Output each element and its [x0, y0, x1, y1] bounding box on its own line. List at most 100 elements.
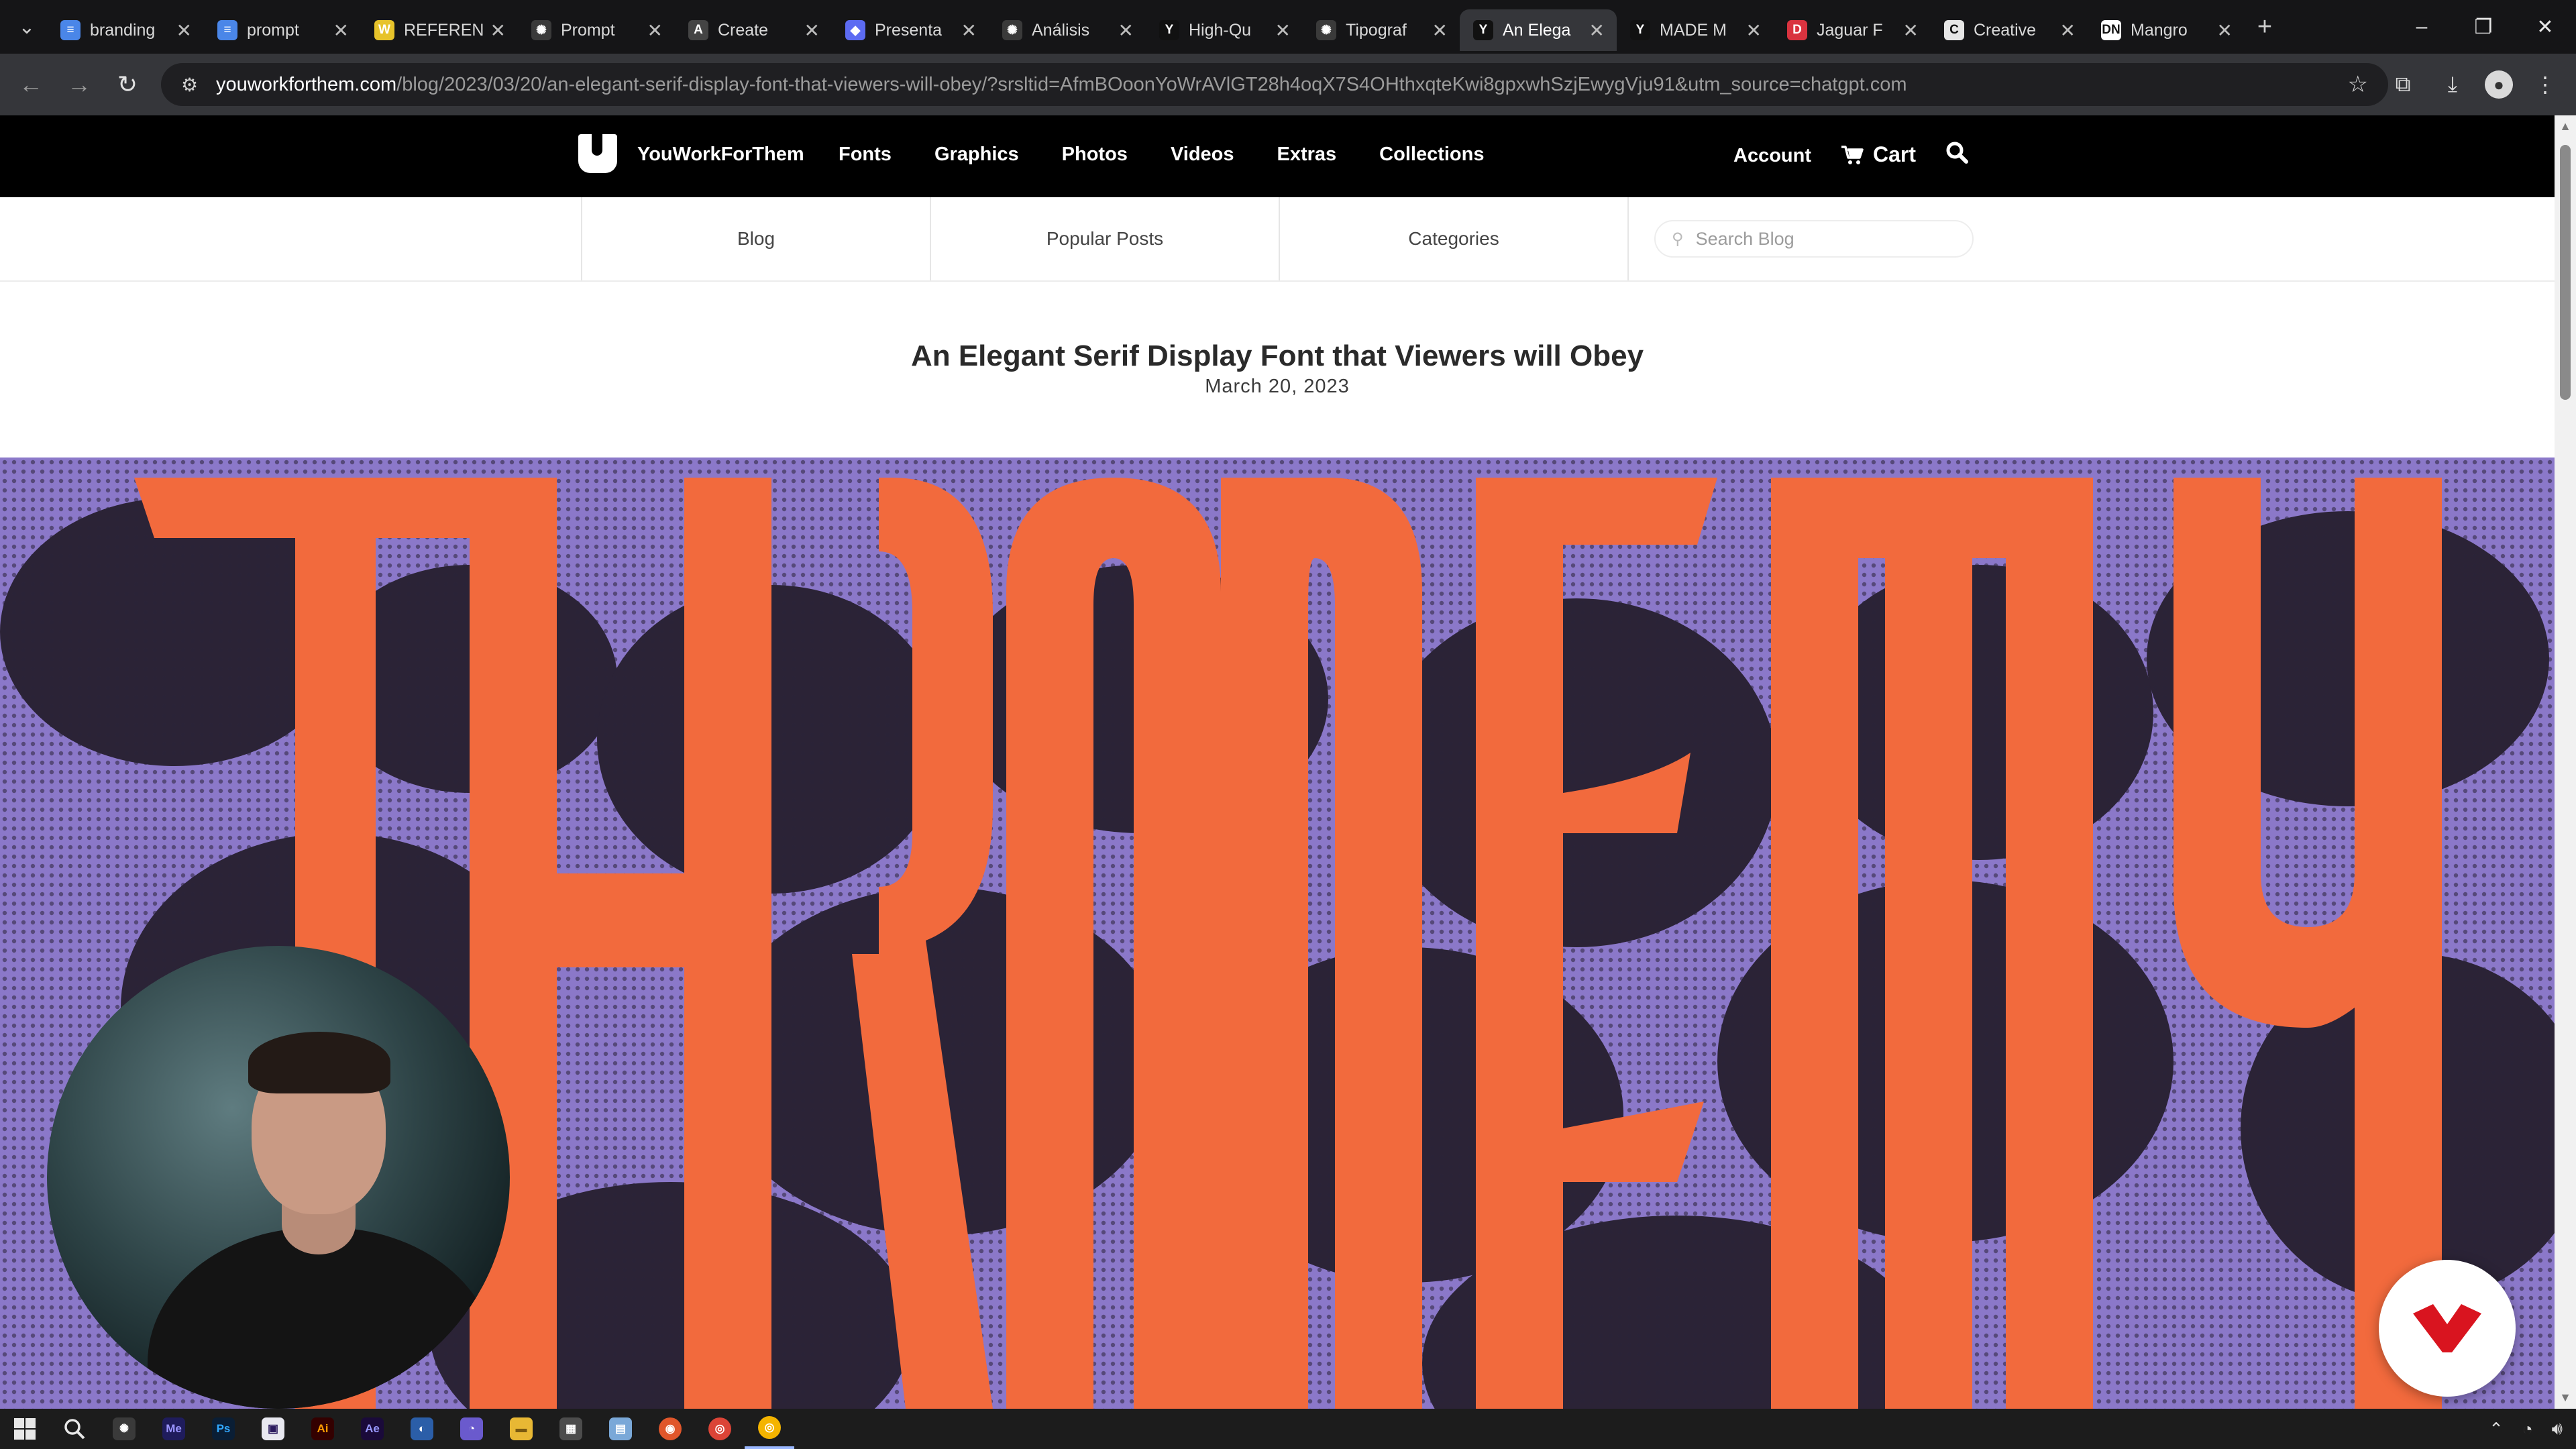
taskbar-search-icon[interactable]	[50, 1409, 99, 1449]
taskbar-photoshop-icon[interactable]: Ps	[199, 1409, 248, 1449]
extensions-icon[interactable]: ⧉	[2385, 67, 2420, 102]
browser-tab[interactable]: ✺ Análisis ✕	[989, 9, 1146, 51]
cart-link[interactable]: Cart	[1841, 142, 1916, 167]
tab-label: Create	[718, 20, 769, 40]
volume-icon[interactable]: 🔊︎	[2552, 1418, 2563, 1440]
tab-close-icon[interactable]: ✕	[1746, 19, 1762, 42]
main-nav: Fonts Graphics Photos Videos Extras Collectio…	[839, 144, 1527, 166]
blog-search-input[interactable]	[1694, 227, 1952, 250]
browser-tab[interactable]: Y High-Qu ✕	[1146, 9, 1303, 51]
cart-icon	[1841, 145, 1864, 164]
site-info-icon[interactable]: ⚙	[181, 74, 204, 96]
taskbar-firefox-icon[interactable]: ◉	[645, 1409, 695, 1449]
windows-taskbar: ✺ Me Ps ▣ Ai Ae ◐ ◔ ▬ ▦ ▤ ◉ ◎ ◎ ⌃ ◔ 🔊︎	[0, 1409, 2576, 1449]
subnav-popular-posts[interactable]: Popular Posts	[930, 197, 1279, 280]
tab-close-icon[interactable]: ✕	[490, 19, 506, 42]
nav-videos[interactable]: Videos	[1171, 144, 1234, 166]
window-controls: – ❐ ✕	[2391, 0, 2576, 54]
ywft-icon: Y	[1473, 20, 1493, 40]
blog-search-box[interactable]: ⚲	[1654, 220, 1974, 258]
subnav-categories[interactable]: Categories	[1279, 197, 1627, 280]
nav-graphics[interactable]: Graphics	[934, 144, 1019, 166]
nav-photos[interactable]: Photos	[1062, 144, 1128, 166]
taskbar-after-effects-icon[interactable]: Ae	[347, 1409, 397, 1449]
site-logo-icon[interactable]	[578, 131, 617, 173]
chat-widget-logo-icon	[2413, 1304, 2481, 1352]
c-logo-icon: C	[1944, 20, 1964, 40]
browser-menu-icon[interactable]: ⋮	[2528, 67, 2563, 102]
browser-tab[interactable]: W REFEREN ✕	[361, 9, 518, 51]
webcam-person-hair	[248, 1032, 390, 1093]
nav-fonts[interactable]: Fonts	[839, 144, 892, 166]
restore-icon[interactable]: ❐	[2453, 0, 2514, 54]
browser-tab[interactable]: ≡ prompt ✕	[204, 9, 361, 51]
a-logo-icon: A	[688, 20, 708, 40]
network-icon[interactable]: ◔	[2522, 1419, 2533, 1440]
site-search-icon[interactable]	[1945, 141, 1968, 170]
browser-tab[interactable]: C Creative ✕	[1931, 9, 2088, 51]
browser-tab[interactable]: ✺ Prompt ✕	[518, 9, 675, 51]
browser-tab[interactable]: Y MADE M ✕	[1617, 9, 1774, 51]
windows-start-icon[interactable]	[0, 1409, 50, 1449]
tab-close-icon[interactable]: ✕	[2060, 19, 2076, 42]
docs-icon: ≡	[217, 20, 237, 40]
webcam-person-body	[148, 1228, 496, 1409]
tab-close-icon[interactable]: ✕	[1589, 19, 1605, 42]
taskbar-messenger-icon[interactable]: ◔	[447, 1409, 496, 1449]
scroll-up-arrow-icon[interactable]: ▲	[2555, 119, 2576, 133]
tab-close-icon[interactable]: ✕	[804, 19, 820, 42]
minimize-icon[interactable]: –	[2391, 0, 2453, 54]
tab-label: Creative	[1974, 20, 2037, 40]
nav-extras[interactable]: Extras	[1277, 144, 1337, 166]
scroll-down-arrow-icon[interactable]: ▼	[2555, 1391, 2576, 1405]
forward-icon[interactable]: →	[55, 60, 103, 109]
taskbar-illustrator-icon[interactable]: Ai	[298, 1409, 347, 1449]
browser-toolbar: ← → ↻ ⚙ youworkforthem.com/blog/2023/03/…	[0, 54, 2576, 115]
taskbar-chrome-active-icon[interactable]: ◎	[745, 1409, 794, 1449]
browser-tab[interactable]: ≡ branding ✕	[47, 9, 204, 51]
taskbar-calculator-icon[interactable]: ▦	[546, 1409, 596, 1449]
account-link[interactable]: Account	[1733, 145, 1811, 167]
new-tab-button[interactable]: +	[2245, 13, 2285, 42]
chat-widget-button[interactable]	[2379, 1260, 2516, 1397]
taskbar-chrome-icon[interactable]: ◎	[695, 1409, 745, 1449]
tab-search-chevron-icon[interactable]: ⌄	[7, 0, 47, 54]
taskbar-media-encoder-icon[interactable]: Me	[149, 1409, 199, 1449]
close-window-icon[interactable]: ✕	[2514, 0, 2576, 54]
taskbar-chatgpt-icon[interactable]: ✺	[99, 1409, 149, 1449]
browser-tab[interactable]: ✺ Tipograf ✕	[1303, 9, 1460, 51]
browser-tab[interactable]: A Create ✕	[675, 9, 832, 51]
page-scrollbar[interactable]: ▲ ▼	[2555, 115, 2576, 1409]
tray-chevron-icon[interactable]: ⌃	[2489, 1419, 2504, 1440]
reload-icon[interactable]: ↻	[103, 60, 152, 109]
nav-collections[interactable]: Collections	[1379, 144, 1484, 166]
tab-label: Análisis	[1032, 20, 1090, 40]
taskbar-premiere-icon[interactable]: ▣	[248, 1409, 298, 1449]
brand-name[interactable]: YouWorkForThem	[637, 144, 804, 166]
taskbar-app-icon[interactable]: ◐	[397, 1409, 447, 1449]
tab-close-icon[interactable]: ✕	[1275, 19, 1291, 42]
tab-close-icon[interactable]: ✕	[647, 19, 663, 42]
tab-close-icon[interactable]: ✕	[333, 19, 349, 42]
browser-tab[interactable]: D Jaguar F ✕	[1774, 9, 1931, 51]
scrollbar-thumb[interactable]	[2560, 145, 2571, 400]
bookmark-star-icon[interactable]: ☆	[2348, 71, 2368, 98]
url-text[interactable]: youworkforthem.com/blog/2023/03/20/an-el…	[216, 74, 2348, 96]
taskbar-notepad-icon[interactable]: ▤	[596, 1409, 645, 1449]
tab-close-icon[interactable]: ✕	[1432, 19, 1448, 42]
tab-close-icon[interactable]: ✕	[961, 19, 977, 42]
address-bar[interactable]: ⚙ youworkforthem.com/blog/2023/03/20/an-…	[161, 63, 2388, 106]
tab-close-icon[interactable]: ✕	[176, 19, 192, 42]
tab-close-icon[interactable]: ✕	[1118, 19, 1134, 42]
tab-close-icon[interactable]: ✕	[2217, 19, 2233, 42]
browser-tab[interactable]: ◆ Presenta ✕	[832, 9, 989, 51]
back-icon[interactable]: ←	[7, 60, 55, 109]
tab-label: Mangro	[2131, 20, 2188, 40]
download-icon[interactable]: ⤓	[2435, 67, 2470, 102]
taskbar-file-explorer-icon[interactable]: ▬	[496, 1409, 546, 1449]
browser-tab[interactable]: DN Mangro ✕	[2088, 9, 2245, 51]
tab-close-icon[interactable]: ✕	[1903, 19, 1919, 42]
subnav-blog[interactable]: Blog	[581, 197, 930, 280]
browser-tab[interactable]: Y An Elega ✕	[1460, 9, 1617, 51]
profile-avatar[interactable]: ●	[2485, 70, 2513, 99]
